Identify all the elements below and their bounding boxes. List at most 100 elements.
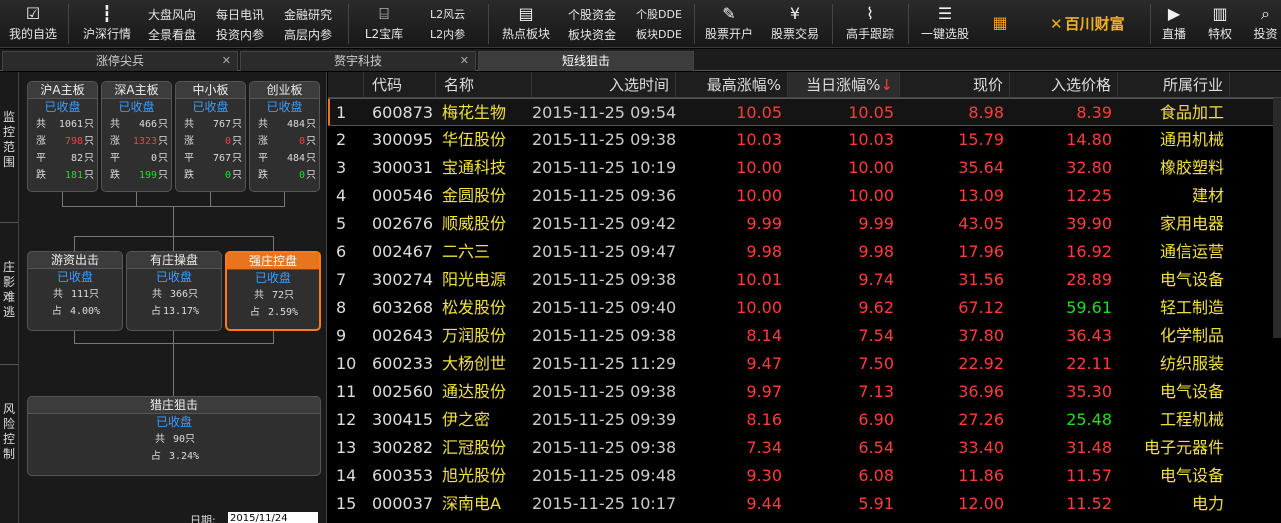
cell-entry: 39.90 bbox=[1066, 214, 1112, 233]
cell-idx: 14 bbox=[336, 466, 357, 485]
left-panel: 监控范围 庄影难逃 风险控制 沪A主板 已收盘 共 1061 只 涨 798 只 平 82… bbox=[0, 72, 327, 523]
daily-telegram-button[interactable]: 每日电讯 bbox=[216, 5, 264, 25]
tab-limit-up-soldier[interactable]: 涨停尖兵 ✕ bbox=[2, 51, 238, 71]
finance-research-button[interactable]: 金融研究 bbox=[284, 5, 332, 25]
cell-time: 2015-11-25 09:39 bbox=[532, 410, 677, 429]
grid-menu-button[interactable]: ▦ bbox=[986, 0, 1014, 48]
master-track-button[interactable]: ⌇ 高手跟踪 bbox=[840, 0, 900, 48]
cell-entry: 32.80 bbox=[1066, 158, 1112, 177]
cell-max: 10.05 bbox=[736, 103, 782, 122]
board-hot-money[interactable]: 游资出击 已收盘 共 111只 占 4.00% bbox=[27, 251, 123, 331]
board-status: 已收盘 bbox=[155, 415, 192, 429]
cell-price: 27.26 bbox=[958, 410, 1004, 429]
close-icon[interactable]: ✕ bbox=[460, 52, 469, 70]
board-status: 已收盘 bbox=[254, 271, 291, 285]
table-row[interactable]: 12 300415 伊之密 2015-11-25 09:39 8.16 6.90 27.26… bbox=[328, 406, 1281, 434]
cell-idx: 1 bbox=[336, 103, 347, 122]
tab-zhuiyu-tech[interactable]: 赘宇科技 ✕ bbox=[240, 51, 476, 71]
board-sz-a[interactable]: 深A主板 已收盘 共 466 只 涨 1323 只 平0只 跌 199 只 bbox=[101, 81, 172, 192]
table-row[interactable]: 14 600353 旭光股份 2015-11-25 09:48 9.30 6.08 11.8… bbox=[328, 462, 1281, 490]
board-sh-a[interactable]: 沪A主板 已收盘 共 1061 只 涨 798 只 平 82 只 跌 181 只 bbox=[27, 81, 98, 192]
cell-name: 宝通科技 bbox=[442, 158, 507, 177]
l2-wind-button[interactable]: L2风云 bbox=[430, 5, 465, 25]
table-row[interactable]: 2 300095 华伍股份 2015-11-25 09:38 10.03 10.03 15.… bbox=[328, 126, 1281, 154]
hs-quotes-button[interactable]: ┇ 沪深行情 bbox=[78, 0, 136, 48]
search-icon: ⌕ bbox=[1261, 4, 1270, 23]
header-time[interactable]: 入选时间 bbox=[532, 72, 676, 98]
candlestick-icon: ┇ bbox=[102, 4, 112, 23]
cell-entry: 12.25 bbox=[1066, 186, 1112, 205]
connector-line bbox=[74, 236, 274, 237]
privilege-button[interactable]: ▥ 特权 bbox=[1202, 0, 1238, 48]
cell-day: 10.03 bbox=[848, 130, 894, 149]
table-row[interactable]: 9 002643 万润股份 2015-11-25 09:38 8.14 7.54 37.80… bbox=[328, 322, 1281, 350]
stock-dde-button[interactable]: 个股DDE bbox=[636, 5, 682, 25]
cell-time: 2015-11-25 09:54 bbox=[532, 103, 677, 122]
high-level-ref-button[interactable]: 高层内参 bbox=[284, 25, 332, 45]
checkbox-icon: ☑ bbox=[25, 4, 41, 23]
cell-max: 10.03 bbox=[736, 130, 782, 149]
header-industry[interactable]: 所属行业 bbox=[1118, 72, 1230, 98]
board-gem[interactable]: 创业板 已收盘 共 484 只 涨0只 平 484 只 跌0只 bbox=[249, 81, 320, 192]
cell-name: 汇冠股份 bbox=[442, 438, 507, 457]
tab-short-snipe[interactable]: 短线狙击 bbox=[478, 51, 694, 71]
stock-fund-button[interactable]: 个股资金 bbox=[568, 5, 616, 25]
invest-ref-button[interactable]: 投资内参 bbox=[216, 25, 264, 45]
board-strong-dealer[interactable]: 强庄控盘 已收盘 共 72只 占 2.59% bbox=[225, 251, 321, 331]
board-hunt-dealer[interactable]: 猎庄狙击 已收盘 共 90只 占 3.24% bbox=[27, 396, 321, 476]
board-down-row: 跌0只 bbox=[258, 170, 316, 181]
board-dealer-operating[interactable]: 有庄操盘 已收盘 共 366只 占 13.17% bbox=[126, 251, 222, 331]
table-row[interactable]: 15 000037 深南电A 2015-11-25 10:17 9.44 5.91 12.0… bbox=[328, 490, 1281, 518]
table-row[interactable]: 7 300274 阳光电源 2015-11-25 09:38 10.01 9.74 31.5… bbox=[328, 266, 1281, 294]
my-select-button[interactable]: ☑ 我的自选 bbox=[4, 0, 62, 48]
header-day-rise[interactable]: 当日涨幅%↓ bbox=[788, 72, 900, 98]
header-price[interactable]: 现价 bbox=[900, 72, 1010, 98]
cell-name: 金圆股份 bbox=[442, 186, 507, 205]
header-code[interactable]: 代码 bbox=[364, 72, 436, 98]
board-total-row: 共 72只 bbox=[253, 290, 295, 301]
bar-chart-icon: ▥ bbox=[1212, 4, 1228, 23]
l2-ref-button[interactable]: L2内参 bbox=[430, 25, 465, 45]
close-icon[interactable]: ✕ bbox=[222, 52, 231, 70]
cell-max: 7.34 bbox=[746, 438, 782, 457]
l2-treasure-button[interactable]: ⌸ L2宝库 bbox=[356, 0, 412, 48]
date-picker[interactable]: 2015/11/24 bbox=[228, 512, 318, 523]
board-title: 创业板 bbox=[250, 82, 319, 99]
escape-label: 庄影难逃 bbox=[2, 260, 15, 319]
market-wind-button[interactable]: 大盘风向 bbox=[148, 5, 196, 25]
header-name[interactable]: 名称 bbox=[436, 72, 532, 98]
board-sme[interactable]: 中小板 已收盘 共 767 只 涨0只 平 767 只 跌0只 bbox=[175, 81, 246, 192]
cell-industry: 电子元器件 bbox=[1143, 438, 1224, 457]
cell-price: 17.96 bbox=[958, 242, 1004, 261]
cell-max: 10.00 bbox=[736, 158, 782, 177]
stock-trade-button[interactable]: ¥ 股票交易 bbox=[766, 0, 824, 48]
cell-day: 10.05 bbox=[848, 103, 894, 122]
table-row[interactable]: 6 002467 二六三 2015-11-25 09:47 9.98 9.98 17.96 1… bbox=[328, 238, 1281, 266]
header-max-rise[interactable]: 最高涨幅% bbox=[676, 72, 788, 98]
table-row[interactable]: 1 600873 梅花生物 2015-11-25 09:54 10.05 10.05 8.9… bbox=[328, 98, 1281, 126]
scrollbar[interactable] bbox=[1273, 98, 1281, 338]
cell-idx: 5 bbox=[336, 214, 347, 233]
hot-sectors-button[interactable]: ▤ 热点板块 bbox=[496, 0, 556, 48]
connector-line bbox=[173, 206, 174, 236]
table-row[interactable]: 4 000546 金圆股份 2015-11-25 09:36 10.00 10.00 13.… bbox=[328, 182, 1281, 210]
sector-fund-button[interactable]: 板块资金 bbox=[568, 25, 616, 45]
invest-button[interactable]: ⌕ 投资 bbox=[1250, 0, 1281, 48]
table-row[interactable]: 10 600233 大杨创世 2015-11-25 11:29 9.47 7.50 22.9… bbox=[328, 350, 1281, 378]
cell-idx: 12 bbox=[336, 410, 357, 429]
cell-industry: 电气设备 bbox=[1159, 270, 1224, 289]
table-row[interactable]: 13 300282 汇冠股份 2015-11-25 09:38 7.34 6.54 33.4… bbox=[328, 434, 1281, 462]
table-row[interactable]: 8 603268 松发股份 2015-11-25 09:40 10.00 9.62 67.1… bbox=[328, 294, 1281, 322]
sector-dde-button[interactable]: 板块DDE bbox=[636, 25, 682, 45]
header-filler bbox=[1230, 72, 1281, 98]
one-click-select-button[interactable]: ☰ 一键选股 bbox=[914, 0, 976, 48]
open-account-button[interactable]: ✎ 股票开户 bbox=[700, 0, 758, 48]
table-row[interactable]: 3 300031 宝通科技 2015-11-25 10:19 10.00 10.00 35.… bbox=[328, 154, 1281, 182]
table-row[interactable]: 5 002676 顺威股份 2015-11-25 09:42 9.99 9.99 43.05… bbox=[328, 210, 1281, 238]
cell-entry: 28.89 bbox=[1066, 270, 1112, 289]
live-button[interactable]: ▶ 直播 bbox=[1156, 0, 1192, 48]
table-row[interactable]: 11 002560 通达股份 2015-11-25 09:38 9.97 7.13 36.9… bbox=[328, 378, 1281, 406]
panorama-button[interactable]: 全景看盘 bbox=[148, 25, 196, 45]
cell-time: 2015-11-25 09:38 bbox=[532, 438, 677, 457]
header-entry-price[interactable]: 入选价格 bbox=[1010, 72, 1118, 98]
